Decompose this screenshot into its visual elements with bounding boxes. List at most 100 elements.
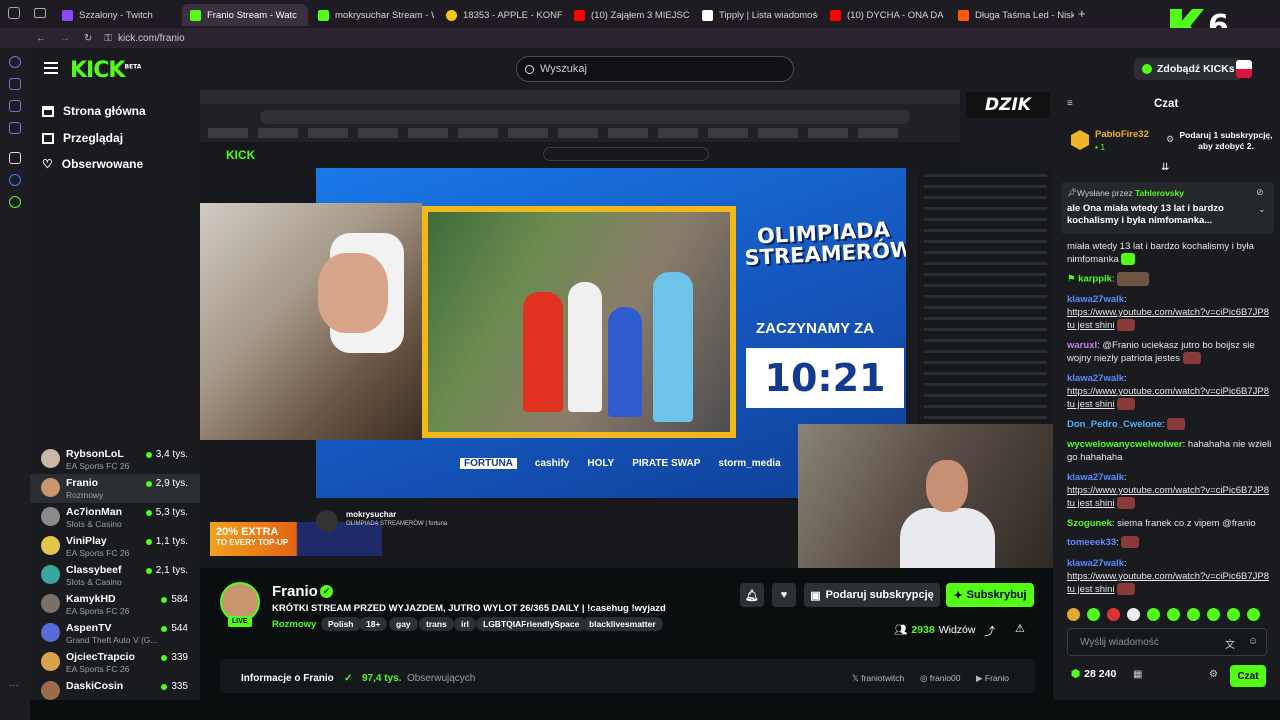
tag-chip[interactable]: gay xyxy=(389,617,418,631)
report-icon[interactable]: ⚠ xyxy=(1015,622,1025,635)
channel-row[interactable]: RybsonLoL EA Sports FC 26 3,4 tys. xyxy=(30,445,200,474)
channel-row[interactable]: AspenTV Grand Theft Auto V (G... 544 xyxy=(30,619,200,648)
collapse-chat-icon[interactable]: ≡ xyxy=(1067,98,1073,109)
forward-icon[interactable]: → xyxy=(60,33,70,44)
beta-badge: BETA xyxy=(124,63,142,71)
emote-icon[interactable] xyxy=(1247,608,1260,621)
channel-row[interactable]: DaskiCosin 335 xyxy=(30,677,200,700)
tag-chip[interactable]: blacklivesmatter xyxy=(582,617,663,631)
tag-chip[interactable]: LGBTQIAFriendlySpace xyxy=(476,617,587,631)
message-user[interactable]: tomeeek33 xyxy=(1067,537,1116,548)
chat-send-button[interactable]: Czat xyxy=(1230,665,1266,687)
search-input[interactable]: Wyszukaj xyxy=(516,56,794,82)
message-user[interactable]: klawa27walk xyxy=(1067,294,1124,305)
hamburger-menu-icon[interactable] xyxy=(44,62,58,74)
unpin-icon[interactable]: ⊘ xyxy=(1256,187,1264,198)
message-user[interactable]: klawa27walk xyxy=(1067,472,1124,483)
tag-chip[interactable]: trans xyxy=(419,617,454,631)
channel-row[interactable]: Classybeef Slots & Casino 2,1 tys. xyxy=(30,561,200,590)
message-link[interactable]: https://www.youtube.com/watch?v=ciPic6B7… xyxy=(1067,307,1269,331)
tab-youtube-2[interactable]: (10) DYCHA - ONA DA (P xyxy=(822,4,946,26)
nav-home[interactable]: Strona główna xyxy=(42,104,146,118)
tab-led[interactable]: Długa Taśma Led - Niska xyxy=(950,4,1074,26)
social-youtube[interactable]: ▶ Franio xyxy=(976,673,1009,684)
subscribe-button[interactable]: ✦ Subskrybuj xyxy=(946,583,1034,607)
message-user[interactable]: Szogunek xyxy=(1067,518,1112,529)
social-instagram[interactable]: ◎ franio00 xyxy=(920,673,961,684)
message-user[interactable]: wycwelowanycwelwolwer xyxy=(1067,439,1183,450)
nav-following[interactable]: ♡ Obserwowane xyxy=(42,157,143,171)
scroll-down-icon[interactable]: ⇊ xyxy=(1161,162,1169,173)
message-link[interactable]: https://www.youtube.com/watch?v=ciPic6B7… xyxy=(1067,386,1269,410)
notifications-button[interactable]: 🔔︎ xyxy=(740,583,764,607)
back-icon[interactable]: ← xyxy=(36,33,46,44)
facebook-messenger-icon[interactable] xyxy=(9,174,21,186)
rewards-icon[interactable]: ▦ xyxy=(1133,669,1142,680)
pinned-message[interactable]: 📌︎ Wysłane przez Tahlerovsky ale Ona mia… xyxy=(1061,182,1274,234)
channel-row[interactable]: KamykHD EA Sports FC 26 584 xyxy=(30,590,200,619)
tab-franio[interactable]: Franio Stream - Watc ✕ xyxy=(182,4,308,26)
emote-icon[interactable] xyxy=(1127,608,1140,621)
translate-icon[interactable]: 文 xyxy=(1225,636,1235,651)
chat-message-input[interactable]: Wyślij wiadomość 文 ☺ xyxy=(1067,628,1267,656)
webcam-main xyxy=(200,203,422,440)
tab-mokrysuchar[interactable]: mokrysuchar Stream - W xyxy=(310,4,434,26)
emote-icon[interactable] xyxy=(1207,608,1220,621)
message-user[interactable]: klawa27walk xyxy=(1067,558,1124,569)
message-link[interactable]: https://www.youtube.com/watch?v=ciPic6B7… xyxy=(1067,571,1269,595)
emote-icon[interactable] xyxy=(1067,608,1080,621)
emote-icon[interactable] xyxy=(1107,608,1120,621)
nav-browse[interactable]: Przeglądaj xyxy=(42,131,123,145)
channel-row[interactable]: Franio Rozmowy 2,9 tys. xyxy=(30,474,200,503)
emote-icon[interactable] xyxy=(1167,608,1180,621)
message-user[interactable]: klawa27walk xyxy=(1067,373,1124,384)
tab-youtube-1[interactable]: (10) Zająłem 3 MIEJSCE xyxy=(566,4,690,26)
gift-sub-button[interactable]: ▣ Podaruj subskrypcję xyxy=(804,583,940,607)
tab-tipply[interactable]: Tipply | Lista wiadomości xyxy=(694,4,818,26)
kick-logo[interactable]: KICKBETA xyxy=(70,58,141,83)
emote-icon[interactable] xyxy=(1147,608,1160,621)
message-user[interactable]: waruxl xyxy=(1067,340,1097,351)
more-icon[interactable]: … xyxy=(9,678,21,690)
tab-apple[interactable]: 18353 - APPLE - KONFER xyxy=(438,4,562,26)
gift-cta[interactable]: Podaruj 1 subskrypcję, aby zdobyć 2. xyxy=(1178,130,1274,152)
tiktok-icon[interactable] xyxy=(9,152,21,164)
whatsapp-icon[interactable] xyxy=(9,196,21,208)
streamer-name[interactable]: Franio xyxy=(272,583,318,600)
reload-icon[interactable]: ↻ xyxy=(84,33,92,44)
user-avatar[interactable] xyxy=(1236,60,1252,78)
download-icon[interactable] xyxy=(9,78,21,90)
channel-points[interactable]: ⬢ 28 240 xyxy=(1071,668,1116,680)
get-kicks-button[interactable]: Zdobądź KICKs xyxy=(1134,58,1243,80)
video-player[interactable]: KICK OLIMPIADA STREAMERÓW ZACZYNAMY ZA 1… xyxy=(200,90,1053,568)
browser-menu-icon[interactable] xyxy=(8,7,20,19)
tag-chip[interactable]: Polish xyxy=(321,617,361,631)
social-x[interactable]: 𝕏 franiotwitch xyxy=(852,673,904,684)
follow-button[interactable]: ♥ xyxy=(772,583,796,607)
site-info-icon[interactable]: ⚿ xyxy=(104,33,112,44)
channel-row[interactable]: Ac7ionMan Slots & Casino 5,3 tys. xyxy=(30,503,200,532)
instagram-icon[interactable] xyxy=(9,122,21,134)
history-icon[interactable] xyxy=(9,56,21,68)
tab-overview-icon[interactable] xyxy=(34,8,46,18)
expand-pinned-icon[interactable]: ⌄ xyxy=(1258,204,1266,215)
emote-icon[interactable] xyxy=(1227,608,1240,621)
share-icon[interactable]: ⤴ xyxy=(984,623,995,639)
channel-row[interactable]: OjciecTrapcio EA Sports FC 26 339 xyxy=(30,648,200,677)
messenger-icon[interactable] xyxy=(9,100,21,112)
chat-settings-icon[interactable]: ⚙ xyxy=(1209,669,1218,680)
emote-icon[interactable] xyxy=(1187,608,1200,621)
new-tab-icon[interactable]: + xyxy=(1078,6,1086,21)
message-link[interactable]: https://www.youtube.com/watch?v=ciPic6B7… xyxy=(1067,485,1269,509)
tag-chip[interactable]: 18+ xyxy=(359,617,388,631)
channel-row[interactable]: ViniPlay EA Sports FC 26 1,1 tys. xyxy=(30,532,200,561)
tab-twitch[interactable]: Szzalony - Twitch xyxy=(54,4,178,26)
message-user[interactable]: Don_Pedro_Cwelone xyxy=(1067,419,1162,430)
tag-chip[interactable]: irl xyxy=(454,617,477,631)
url-text[interactable]: kick.com/franio xyxy=(118,33,185,44)
close-tab-icon[interactable]: ✕ xyxy=(307,10,308,21)
stream-category[interactable]: Rozmowy xyxy=(272,619,316,630)
emoji-picker-icon[interactable]: ☺ xyxy=(1248,636,1258,647)
emote-icon[interactable] xyxy=(1087,608,1100,621)
message-user[interactable]: karppik xyxy=(1078,274,1112,285)
